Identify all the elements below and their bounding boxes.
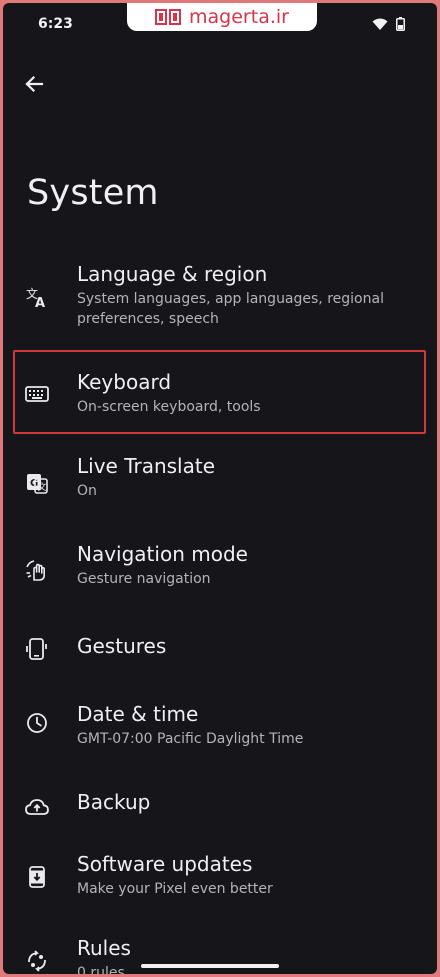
watermark-text: magerta.ir <box>189 6 289 28</box>
setting-language-region[interactable]: 文 A Language & region System languages, … <box>3 249 437 345</box>
item-subtitle: On <box>77 483 97 499</box>
watermark: magerta.ir <box>127 3 317 31</box>
phone-screen: 6:23 magerta.ir System 文 A Language & re… <box>3 3 437 974</box>
item-subtitle: On-screen keyboard, tools <box>77 399 261 415</box>
clock-icon <box>23 709 51 737</box>
setting-date-time[interactable]: Date & time GMT-07:00 Pacific Daylight T… <box>3 691 437 771</box>
item-subtitle: Gesture navigation <box>77 571 211 587</box>
setting-backup[interactable]: Backup <box>3 779 437 843</box>
setting-keyboard[interactable]: Keyboard On-screen keyboard, tools <box>3 353 437 433</box>
setting-software-updates[interactable]: Software updates Make your Pixel even be… <box>3 845 437 925</box>
battery-icon <box>396 17 405 31</box>
keyboard-icon <box>23 380 51 408</box>
gesture-hand-icon <box>23 557 51 585</box>
home-indicator[interactable] <box>141 964 279 968</box>
svg-text:A: A <box>35 296 45 309</box>
item-title: Language & region <box>77 262 268 286</box>
item-title: Backup <box>77 790 151 814</box>
item-title: Keyboard <box>77 370 172 394</box>
book-logo-icon <box>155 9 182 25</box>
item-title: Live Translate <box>77 454 216 478</box>
rules-icon <box>23 947 51 974</box>
item-title: Date & time <box>77 702 199 726</box>
setting-navigation-mode[interactable]: Navigation mode Gesture navigation <box>3 531 437 611</box>
live-translate-icon: G 文 <box>23 469 51 497</box>
item-title: Software updates <box>77 852 253 876</box>
status-icons <box>372 17 405 31</box>
cloud-upload-icon <box>23 793 51 821</box>
wifi-icon <box>372 18 388 30</box>
setting-live-translate[interactable]: G 文 Live Translate On <box>3 443 437 523</box>
setting-gestures[interactable]: Gestures <box>3 619 437 683</box>
system-update-icon <box>23 863 51 891</box>
item-subtitle: System languages, app languages, regiona… <box>77 291 384 327</box>
item-title: Rules <box>77 936 131 960</box>
back-button[interactable] <box>17 67 51 101</box>
phone-gesture-icon <box>23 635 51 663</box>
page-title: System <box>27 173 159 213</box>
status-bar: 6:23 magerta.ir <box>3 3 437 47</box>
item-title: Gestures <box>77 634 167 658</box>
arrow-back-icon <box>25 75 44 93</box>
item-title: Navigation mode <box>77 542 248 566</box>
status-time: 6:23 <box>38 16 73 32</box>
item-subtitle: GMT-07:00 Pacific Daylight Time <box>77 731 304 747</box>
svg-text:文: 文 <box>38 481 47 493</box>
translate-icon: 文 A <box>23 283 51 311</box>
item-subtitle: Make your Pixel even better <box>77 881 273 897</box>
